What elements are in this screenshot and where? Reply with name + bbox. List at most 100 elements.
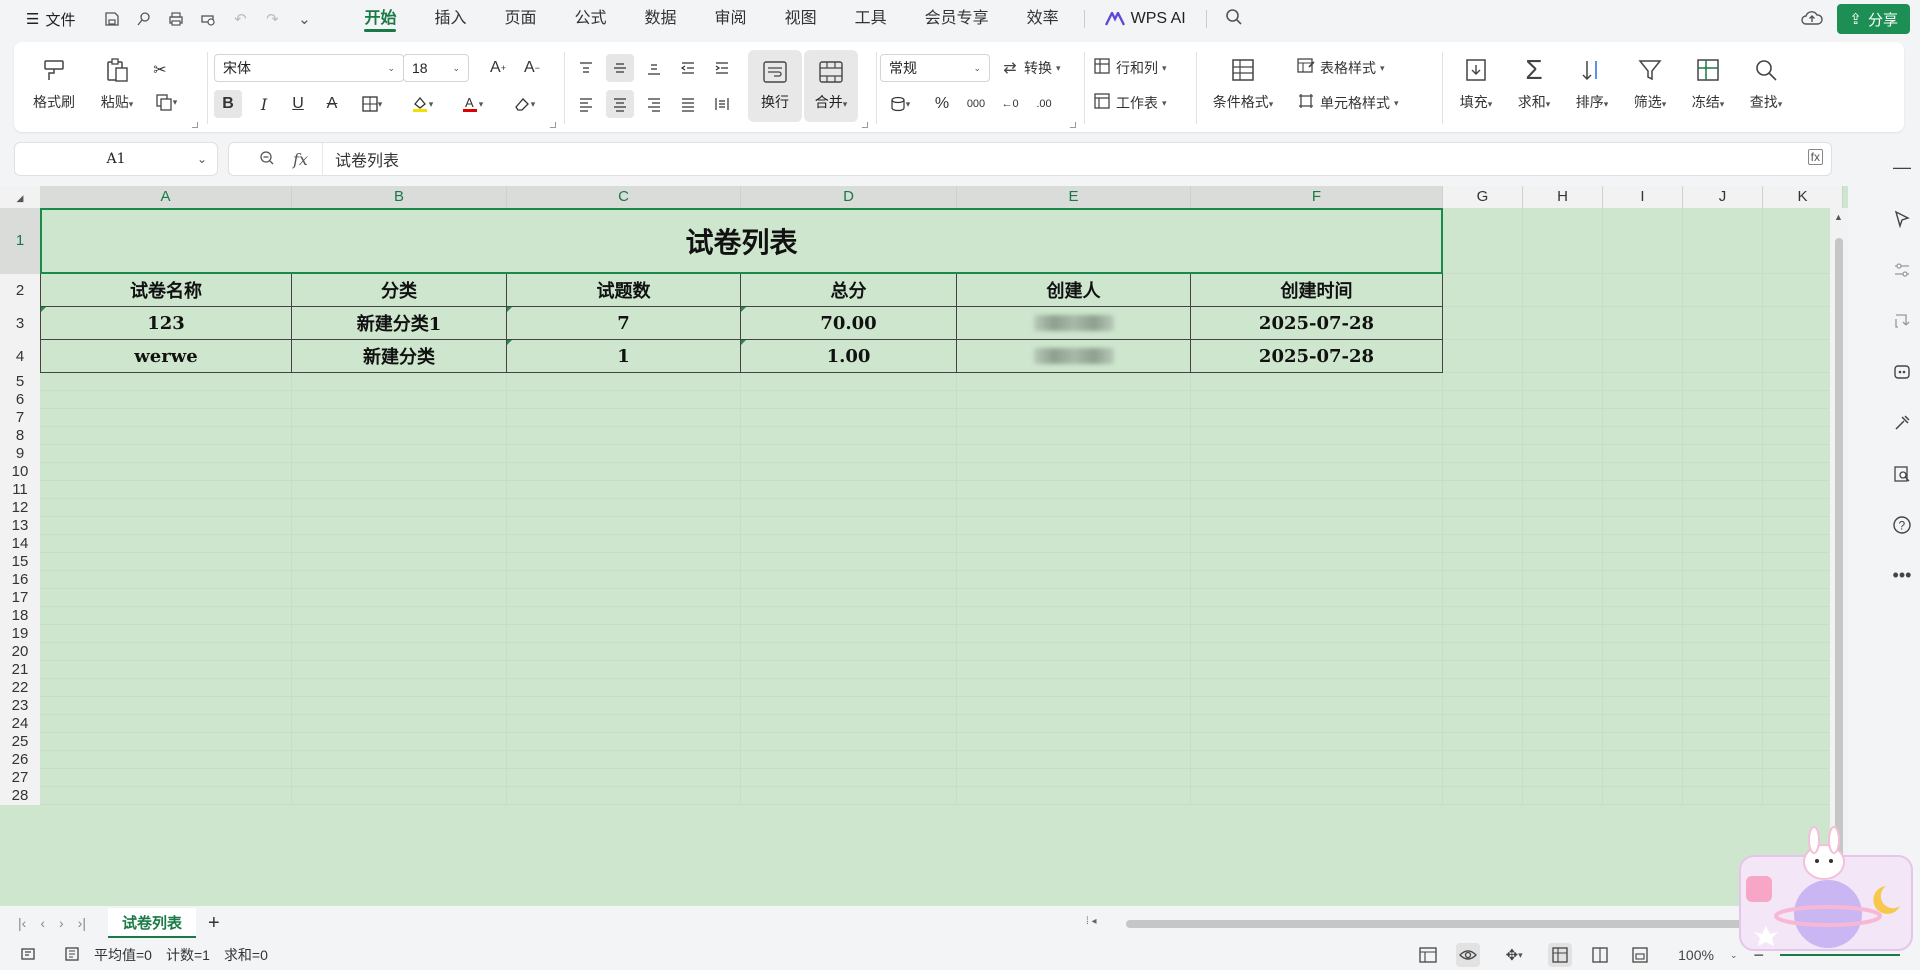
grid-cell[interactable]	[1523, 427, 1603, 445]
strikethrough-icon[interactable]: A	[318, 90, 346, 118]
header-cell[interactable]: 总分	[741, 274, 957, 307]
grid-cell[interactable]	[1443, 607, 1523, 625]
grid-cell[interactable]	[741, 607, 957, 625]
grid-cell[interactable]	[1683, 697, 1763, 715]
settings-sliders-icon[interactable]	[1884, 244, 1920, 295]
grid-cell[interactable]	[741, 517, 957, 535]
grid-cell[interactable]	[1603, 697, 1683, 715]
grid-cell[interactable]	[1191, 733, 1443, 751]
grid-cell[interactable]	[1603, 643, 1683, 661]
align-top-icon[interactable]	[572, 54, 600, 82]
grid-cell[interactable]	[40, 625, 292, 643]
horizontal-scrollbar[interactable]: ⁞ ◂	[1086, 916, 1806, 928]
paste-button[interactable]: 粘贴▾	[92, 54, 142, 112]
grid-cell[interactable]	[1443, 697, 1523, 715]
grid-cell[interactable]	[1683, 733, 1763, 751]
grid-cell[interactable]	[1191, 589, 1443, 607]
grid-cell[interactable]	[292, 463, 507, 481]
transform-icon[interactable]	[1884, 295, 1920, 346]
clipboard-dialog-launcher[interactable]	[192, 122, 198, 128]
grid-cell[interactable]	[40, 769, 292, 787]
justify-icon[interactable]	[674, 90, 702, 118]
grid-cell[interactable]	[1683, 643, 1763, 661]
grid-cell[interactable]	[1191, 607, 1443, 625]
grid-cell[interactable]	[1443, 715, 1523, 733]
grid-cell[interactable]	[507, 787, 741, 805]
grid-cell[interactable]	[1191, 463, 1443, 481]
data-cell[interactable]: 2025-07-28	[1191, 340, 1443, 373]
copy-icon[interactable]: ▾	[146, 88, 186, 116]
clear-format-icon[interactable]: ▾	[504, 90, 544, 118]
distributed-align-icon[interactable]	[708, 90, 736, 118]
align-left-icon[interactable]	[572, 90, 600, 118]
grid-cell[interactable]	[507, 643, 741, 661]
grid-cell[interactable]	[1191, 679, 1443, 697]
grid-cell[interactable]	[957, 463, 1191, 481]
grid-cell[interactable]	[1603, 517, 1683, 535]
grid-cell[interactable]	[1683, 274, 1763, 307]
align-right-icon[interactable]	[640, 90, 668, 118]
grid-cell[interactable]	[292, 571, 507, 589]
formula-bar[interactable]: fx 试卷列表 fx	[228, 142, 1832, 176]
grid-cell[interactable]	[1683, 373, 1763, 391]
fill-color-icon[interactable]: ▾	[402, 90, 442, 118]
grid-cell[interactable]	[1443, 589, 1523, 607]
grid-cell[interactable]	[1683, 427, 1763, 445]
grid-cell[interactable]	[1191, 571, 1443, 589]
link-icon[interactable]	[135, 10, 153, 28]
grid-cell[interactable]	[507, 661, 741, 679]
header-cell[interactable]: 分类	[292, 274, 507, 307]
row-header[interactable]: 21	[0, 661, 40, 679]
row-header[interactable]: 3	[0, 307, 40, 340]
grid-cell[interactable]	[957, 715, 1191, 733]
grid-cell[interactable]	[1191, 625, 1443, 643]
grid-cell[interactable]	[507, 715, 741, 733]
grid-cell[interactable]	[1191, 427, 1443, 445]
grid-cell[interactable]	[741, 697, 957, 715]
grid-cell[interactable]	[1191, 661, 1443, 679]
grid-cell[interactable]	[292, 589, 507, 607]
row-header[interactable]: 7	[0, 409, 40, 427]
row-header[interactable]: 22	[0, 679, 40, 697]
grid-cell[interactable]	[1443, 427, 1523, 445]
spreadsheet-grid[interactable]: ◢ A B C D E F G H I J K 1 2 3 4 5 6 7 8 9 10 11 12 1…	[0, 186, 1848, 906]
column-header-d[interactable]: D	[741, 186, 957, 208]
grid-cell[interactable]	[1683, 391, 1763, 409]
grid-cell[interactable]	[741, 571, 957, 589]
grid-cell[interactable]	[957, 589, 1191, 607]
underline-icon[interactable]: U	[284, 90, 312, 118]
grid-cell[interactable]	[1603, 625, 1683, 643]
grid-cell[interactable]	[40, 481, 292, 499]
grid-cell[interactable]	[1443, 307, 1523, 340]
align-middle-icon[interactable]	[606, 54, 634, 82]
grid-cell[interactable]	[1603, 463, 1683, 481]
grid-cell[interactable]	[1443, 517, 1523, 535]
grid-cell[interactable]	[507, 445, 741, 463]
grid-cell[interactable]	[1191, 715, 1443, 733]
page-break-icon[interactable]	[1628, 943, 1652, 967]
grid-cell[interactable]	[292, 679, 507, 697]
merge-button[interactable]: 合并▾	[804, 50, 858, 122]
grid-cell[interactable]	[1523, 499, 1603, 517]
grid-cell[interactable]	[957, 679, 1191, 697]
row-header[interactable]: 28	[0, 787, 40, 805]
fill-button[interactable]: 填充▾	[1450, 54, 1502, 112]
grid-cell[interactable]	[507, 589, 741, 607]
grid-cell[interactable]	[1523, 787, 1603, 805]
grid-cell[interactable]	[1523, 715, 1603, 733]
format-painter-button[interactable]: 格式刷	[30, 54, 78, 112]
grid-cell[interactable]	[1603, 409, 1683, 427]
column-header-k[interactable]: K	[1763, 186, 1843, 208]
grid-cell[interactable]	[507, 607, 741, 625]
grid-cell[interactable]	[1443, 661, 1523, 679]
grid-cell[interactable]	[1191, 697, 1443, 715]
grid-cell[interactable]	[40, 715, 292, 733]
grid-cell[interactable]	[957, 409, 1191, 427]
cell-area[interactable]: 试卷名称 分类 试题数 总分 创建人 创建时间 123 新建分类1 7 70.0…	[40, 208, 1843, 805]
row-header[interactable]: 27	[0, 769, 40, 787]
grid-cell[interactable]	[40, 373, 292, 391]
grid-cell[interactable]	[1683, 340, 1763, 373]
grid-cell[interactable]	[1191, 787, 1443, 805]
column-header-f[interactable]: F	[1191, 186, 1443, 208]
grid-cell[interactable]	[507, 463, 741, 481]
